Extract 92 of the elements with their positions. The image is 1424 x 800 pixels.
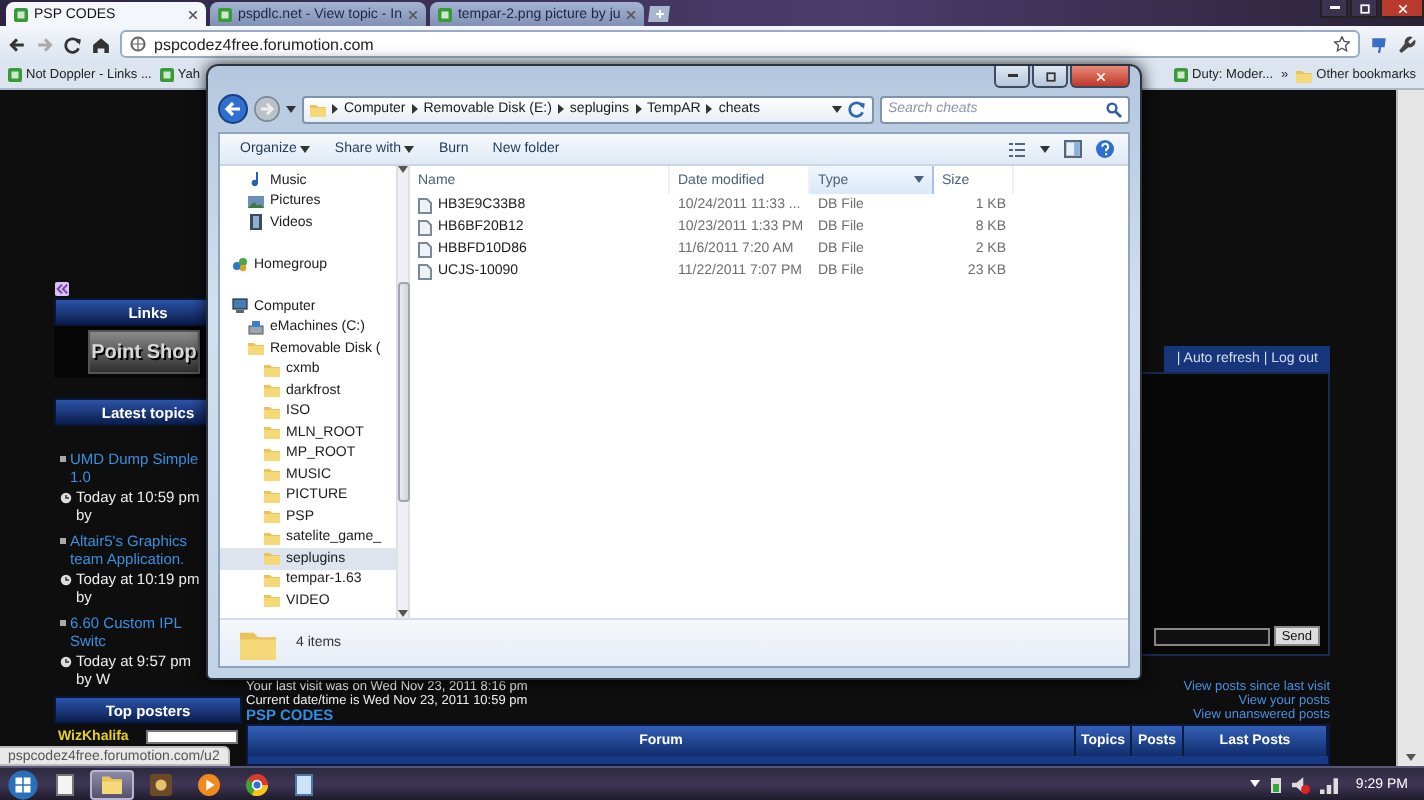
close-icon [1095,71,1105,81]
close-icon [188,9,198,19]
close-button[interactable] [1380,0,1424,18]
favicon-icon [1174,68,1189,82]
folder-icon [264,487,280,504]
film-icon [248,214,264,231]
play-icon [197,773,219,795]
address-field[interactable]: pspcodez4free.forumotion.com [120,30,1360,58]
favicon-icon [14,7,28,21]
chevron-right-icon [332,104,338,114]
folder-icon [1296,67,1313,83]
page-icon [55,773,73,795]
clock-icon [60,573,72,585]
clock-icon [60,491,72,503]
homegroup-icon [232,256,248,273]
scroll-down-icon [1406,754,1416,762]
favicon-icon [159,68,174,82]
globe-icon [130,36,146,52]
close-button[interactable] [1070,66,1130,88]
minimize-button[interactable] [994,66,1030,88]
folder-icon [264,529,280,546]
page-icon [294,773,314,795]
start-orb-icon [8,769,38,799]
refresh-icon [848,100,866,118]
maximize-icon [1045,71,1055,81]
folder-icon [310,101,326,117]
preview-pane-icon [1064,140,1082,158]
caret-down-icon [300,145,311,153]
caret-up-icon [1249,780,1260,788]
folder-icon [264,592,280,609]
folder-icon [264,466,280,483]
favicon-icon [437,7,452,21]
star-icon [1334,36,1350,52]
taskbar-app[interactable] [90,769,134,799]
home-icon [92,35,110,53]
bullet-icon [60,538,66,544]
point-shop-button[interactable]: Point Shop [88,330,200,374]
folder-icon [264,445,280,462]
collapse-icon [54,282,70,296]
back-arrow-icon [8,35,26,53]
recent-pages-caret-icon [286,105,296,113]
chevron-right-icon [706,104,713,114]
folder-icon [264,550,280,567]
signal-icon [1319,775,1338,793]
forward-arrow-icon [36,35,54,53]
minimize-icon [1329,6,1339,10]
folder-icon [248,340,264,357]
picture-icon [248,193,264,210]
maximize-button[interactable] [1032,66,1068,88]
chevron-right-icon [557,104,564,114]
chat-input[interactable] [1153,628,1270,646]
wrench-icon [1398,35,1416,53]
folder-icon [264,382,280,399]
clock-icon [60,655,72,667]
caret-down-icon [914,176,924,184]
folder-icon [264,361,280,378]
speaker-icon [1291,775,1310,793]
music-note-icon [248,172,264,189]
favicon-icon [218,7,232,21]
close-icon [626,9,637,19]
reload-icon [64,35,82,53]
folder-icon [264,571,280,588]
bullet-icon [60,456,66,462]
battery-icon [1269,775,1282,793]
help-icon [1096,140,1114,158]
chevron-right-icon [411,104,418,114]
minimize-button[interactable] [1320,0,1348,18]
scroll-thumb[interactable] [397,282,409,502]
search-icon [1106,101,1122,117]
chevron-right-icon [635,104,641,114]
close-icon [1397,3,1407,13]
app-icon [149,773,171,795]
maximize-button[interactable] [1350,0,1378,18]
minimize-icon [1007,74,1017,78]
maximize-icon [1359,3,1369,13]
computer-icon [232,298,248,315]
caret-down-icon [832,105,842,113]
new-tab-icon [648,6,673,22]
folder-icon [264,424,280,441]
browser-icon [245,773,267,795]
bullet-icon [60,620,66,626]
back-button[interactable] [218,94,248,124]
caret-down-icon [1040,145,1050,153]
close-icon [407,9,418,19]
view-list-icon [1008,141,1026,157]
caret-down-icon [404,145,415,153]
forward-button[interactable] [254,96,280,122]
folder-icon [264,508,280,525]
favicon-icon [8,68,22,82]
drive-icon [248,319,264,336]
folder-icon [100,774,124,794]
folder-icon [264,403,280,420]
